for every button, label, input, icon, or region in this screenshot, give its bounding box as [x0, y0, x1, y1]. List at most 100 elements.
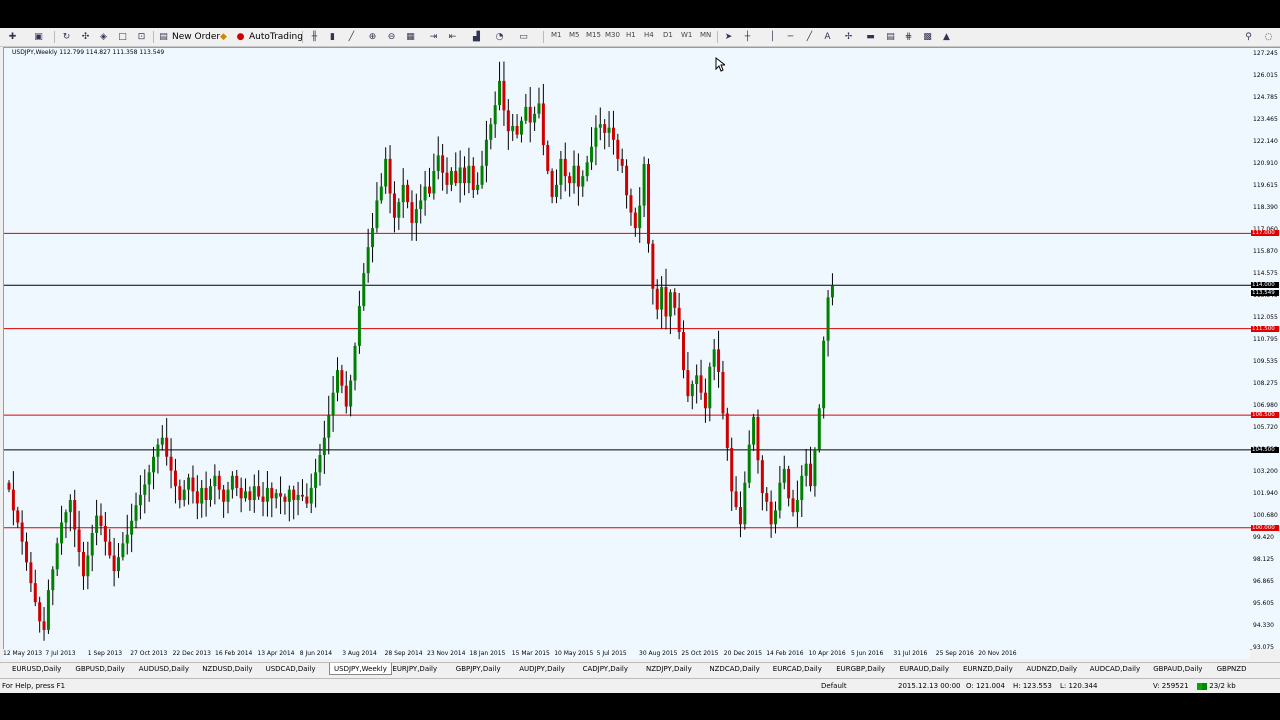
horizontal-line-button[interactable]: ─: [784, 30, 797, 44]
bullish-candle: [817, 408, 821, 450]
bullish-candle: [265, 487, 269, 502]
bullish-candle: [397, 202, 401, 218]
label-tool-button[interactable]: ▬: [864, 30, 877, 44]
profiles-button[interactable]: ▣: [32, 30, 45, 44]
chart-tab[interactable]: NZDUSD,Daily: [202, 665, 252, 673]
grid-tool-button[interactable]: ▩: [921, 30, 934, 44]
timeframe-d1[interactable]: D1: [663, 31, 673, 39]
bullish-candle: [125, 534, 129, 544]
bearish-candle: [629, 195, 633, 213]
bullish-candle: [519, 120, 523, 135]
timeframe-h4[interactable]: H4: [644, 31, 654, 39]
bearish-candle: [16, 510, 20, 523]
bullish-candle: [590, 146, 594, 163]
bearish-candle: [217, 475, 221, 490]
price-tick-label: 120.910: [1253, 160, 1278, 167]
chart-tab[interactable]: EURCAD,Daily: [773, 665, 822, 673]
bar-chart-button[interactable]: ╫: [308, 30, 321, 44]
chart-tab[interactable]: AUDUSD,Daily: [139, 665, 189, 673]
bar-low: L: 120.344: [1060, 682, 1098, 690]
search-button[interactable]: ⚲: [1242, 30, 1255, 44]
zoom-in-button[interactable]: ⊕: [366, 30, 379, 44]
bullish-candle: [309, 487, 313, 504]
timeframe-m15[interactable]: M15: [586, 31, 601, 39]
metaeditor-icon: ◆: [220, 32, 227, 42]
shapes-button[interactable]: ✢: [842, 30, 855, 44]
market-watch-button[interactable]: ↻: [60, 30, 73, 44]
navigator-button[interactable]: ✣: [79, 30, 92, 44]
timeframe-h1[interactable]: H1: [626, 31, 636, 39]
indicators-button[interactable]: ▟: [470, 30, 483, 44]
chart-tab[interactable]: GBPJPY,Daily: [456, 665, 501, 673]
bullish-candle: [813, 449, 817, 487]
chart-tab[interactable]: EURJPY,Daily: [392, 665, 437, 673]
text-tool-button[interactable]: A: [821, 30, 834, 44]
chat-button[interactable]: ◌: [1262, 30, 1275, 44]
line-chart-button[interactable]: ╱: [345, 30, 358, 44]
chart-tab[interactable]: GBPNZD: [1217, 665, 1247, 673]
fibonacci-tool-button[interactable]: ⋕: [902, 30, 915, 44]
chart-tab[interactable]: GBPAUD,Daily: [1153, 665, 1202, 673]
tile-icon: ▦: [406, 32, 415, 42]
chart-tab[interactable]: AUDCAD,Daily: [1090, 665, 1140, 673]
timeframe-m5[interactable]: M5: [569, 31, 580, 39]
toolbar: ✚ ▣ ↻ ✣ ◈ □ ⊡ ▤ New Order ◆ ● AutoTrading …: [0, 28, 1280, 47]
bearish-candle: [646, 164, 650, 244]
chart-shift-button[interactable]: ⇥: [427, 30, 440, 44]
bearish-candle: [257, 486, 261, 497]
chart-tab[interactable]: CADJPY,Daily: [583, 665, 628, 673]
bullish-candle: [274, 493, 278, 499]
crosshair-tool-button[interactable]: ┼: [741, 30, 754, 44]
connection-status[interactable]: 23/2 kb: [1197, 682, 1236, 690]
profiles-icon: ▣: [34, 32, 43, 42]
candlestick-button[interactable]: ▮: [326, 30, 339, 44]
timeframe-w1[interactable]: W1: [681, 31, 692, 39]
templates-button[interactable]: ▭: [517, 30, 530, 44]
bullish-candle: [401, 184, 405, 203]
periods-button[interactable]: ◔: [493, 30, 506, 44]
timeframe-m30[interactable]: M30: [605, 31, 620, 39]
bullish-candle: [559, 158, 563, 185]
chart-tab[interactable]: NZDCAD,Daily: [709, 665, 759, 673]
chart-tab[interactable]: GBPUSD,Daily: [75, 665, 124, 673]
date-axis[interactable]: 12 May 2013 7 Jul 2013 1 Sep 2013 27 Oct 20…: [3, 649, 1250, 659]
chart-tab[interactable]: USDCAD,Daily: [266, 665, 316, 673]
timeframe-m1[interactable]: M1: [551, 31, 562, 39]
trendline-button[interactable]: ╱: [803, 30, 816, 44]
channel-tool-button[interactable]: ▤: [884, 30, 897, 44]
autotrading-button[interactable]: ● AutoTrading: [234, 30, 303, 44]
vertical-line-button[interactable]: │: [766, 30, 779, 44]
bearish-candle: [406, 184, 410, 203]
bullish-candle: [484, 139, 488, 166]
chart-tab[interactable]: NZDJPY,Daily: [646, 665, 692, 673]
arrow-icon: ➤: [724, 32, 733, 42]
new-chart-button[interactable]: ✚: [6, 30, 19, 44]
zoom-out-button[interactable]: ⊖: [385, 30, 398, 44]
timeframe-mn[interactable]: MN: [700, 31, 711, 39]
tile-windows-button[interactable]: ▦: [404, 30, 417, 44]
bullish-candle: [156, 444, 160, 457]
chart-tab[interactable]: EURUSD,Daily: [12, 665, 61, 673]
chart-tab[interactable]: EURAUD,Daily: [900, 665, 949, 673]
chart-tab[interactable]: AUDNZD,Daily: [1026, 665, 1077, 673]
profile-name[interactable]: Default: [821, 682, 847, 690]
price-axis[interactable]: 127.245 126.015 124.785 123.465 122.140 120.9…: [1251, 47, 1280, 651]
arrow-up-tool-button[interactable]: ▲: [940, 30, 953, 44]
terminal-button[interactable]: ◈: [97, 30, 110, 44]
zoom-button[interactable]: ⊡: [135, 30, 148, 44]
chart-tab[interactable]: EURNZD,Daily: [963, 665, 1013, 673]
date-tick-label: 1 Sep 2013: [87, 650, 123, 657]
tester-button[interactable]: □: [116, 30, 129, 44]
cursor-tool-button[interactable]: ➤: [722, 30, 735, 44]
chart-tab[interactable]: USDJPY,Weekly: [329, 663, 392, 675]
chart-tab[interactable]: AUDJPY,Daily: [519, 665, 565, 673]
new-order-button[interactable]: ▤ New Order: [157, 30, 220, 44]
autoscroll-button[interactable]: ⇤: [446, 30, 459, 44]
chart-tab[interactable]: EURGBP,Daily: [836, 665, 885, 673]
bearish-candle: [809, 463, 813, 487]
price-chart[interactable]: [4, 48, 1251, 649]
chart-area[interactable]: USDJPY,Weekly 112.799 114.827 111.358 11…: [3, 47, 1252, 650]
bullish-candle: [795, 500, 799, 513]
metaeditor-button[interactable]: ◆: [217, 30, 230, 44]
connection-icon: [1197, 682, 1207, 690]
